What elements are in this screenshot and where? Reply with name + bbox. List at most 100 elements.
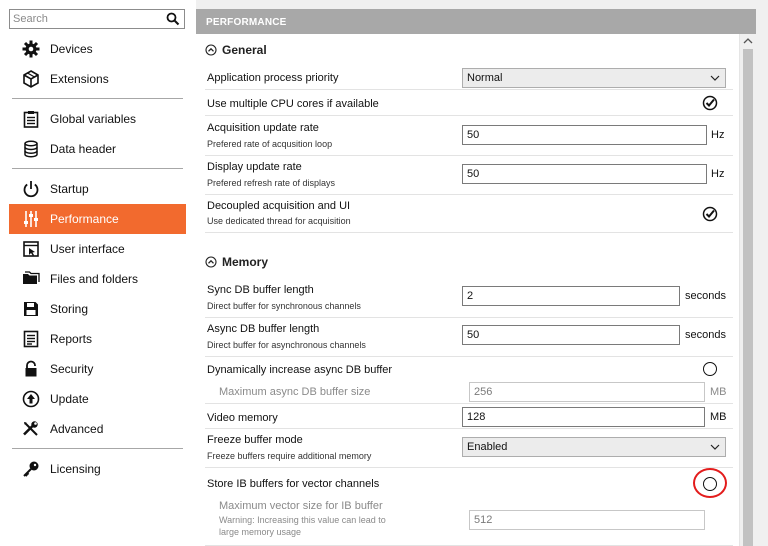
sidebar: Devices Extensions Global variables Data… (0, 0, 196, 546)
collapse-chevron-icon[interactable] (205, 44, 217, 56)
setting-row-dyn-increase: Dynamically increase async DB buffer (205, 357, 733, 382)
nav-item-startup[interactable]: Startup (9, 174, 186, 204)
setting-label: Maximum vector size for IB buffer (219, 500, 383, 512)
select-value: Enabled (467, 441, 508, 453)
nav-item-performance[interactable]: Performance (9, 204, 186, 234)
setting-row-sync-buffer: Sync DB buffer length Direct buffer for … (205, 279, 733, 318)
settings-panel: PERFORMANCE General Application process … (196, 9, 756, 546)
setting-label: Display update rate (207, 161, 302, 173)
setting-label: Async DB buffer length (207, 323, 320, 335)
sliders-icon (21, 209, 41, 229)
nav-item-devices[interactable]: Devices (9, 34, 186, 64)
nav-label: Global variables (50, 112, 137, 126)
section-general-header[interactable]: General (196, 37, 739, 63)
setting-label: Sync DB buffer length (207, 284, 314, 296)
key-icon (21, 459, 41, 479)
nav-item-files-and-folders[interactable]: Files and folders (9, 264, 186, 294)
section-memory-header[interactable]: Memory (196, 249, 739, 275)
setting-description: Prefered refresh rate of displays (207, 178, 336, 188)
power-icon (21, 179, 41, 199)
freeze-mode-select[interactable]: Enabled (462, 437, 726, 457)
setting-row-max-vector: Maximum vector size for IB buffer Warnin… (205, 496, 733, 546)
setting-description: Use dedicated thread for acquisition (207, 216, 351, 226)
setting-label: Acquisition update rate (207, 122, 319, 134)
vertical-scrollbar[interactable] (739, 34, 756, 546)
setting-row-async-buffer: Async DB buffer length Direct buffer for… (205, 318, 733, 357)
nav-label: Security (50, 362, 94, 376)
database-icon (21, 139, 41, 159)
search-input[interactable] (10, 10, 160, 28)
nav-label: Devices (50, 42, 93, 56)
setting-label: Decoupled acquisition and UI (207, 200, 351, 212)
settings-nav: Devices Extensions Global variables Data… (9, 34, 186, 484)
update-icon (21, 389, 41, 409)
collapse-chevron-icon[interactable] (205, 256, 217, 268)
video-memory-input[interactable] (462, 407, 705, 427)
nav-item-user-interface[interactable]: User interface (9, 234, 186, 264)
panel-title: PERFORMANCE (196, 9, 756, 34)
max-vector-input[interactable] (469, 510, 705, 530)
nav-item-licensing[interactable]: Licensing (9, 454, 186, 484)
unit-label: Hz (711, 168, 725, 180)
nav-label: Licensing (50, 462, 101, 476)
nav-item-extensions[interactable]: Extensions (9, 64, 186, 94)
search-box[interactable] (9, 9, 185, 29)
sync-buffer-input[interactable] (462, 286, 680, 306)
decoupled-checkbox[interactable] (702, 206, 718, 222)
setting-label: Freeze buffer mode (207, 434, 303, 446)
max-async-input[interactable] (469, 382, 705, 402)
search-icon[interactable] (166, 12, 180, 26)
select-value: Normal (467, 72, 503, 84)
nav-item-global-variables[interactable]: Global variables (9, 104, 186, 134)
nav-label: Performance (50, 212, 119, 226)
setting-row-multicore: Use multiple CPU cores if available (205, 91, 733, 116)
nav-divider (12, 168, 183, 169)
cube-icon (21, 69, 41, 89)
setting-label: Dynamically increase async DB buffer (207, 364, 393, 376)
nav-label: Files and folders (50, 272, 139, 286)
chevron-down-icon (710, 75, 720, 81)
priority-select[interactable]: Normal (462, 68, 726, 88)
section-title: General (222, 43, 267, 57)
nav-divider (12, 98, 183, 99)
nav-label: User interface (50, 242, 125, 256)
highlight-annotation (693, 468, 727, 498)
nav-item-reports[interactable]: Reports (9, 324, 186, 354)
nav-label: Data header (50, 142, 117, 156)
setting-row-max-async: Maximum async DB buffer size MB (205, 382, 733, 404)
settings-content: General Application process priority Nor… (196, 34, 739, 546)
nav-label: Advanced (50, 422, 104, 436)
nav-item-security[interactable]: Security (9, 354, 186, 384)
disp-rate-input[interactable] (462, 164, 707, 184)
unit-label: MB (710, 411, 727, 423)
scroll-up-arrow-icon[interactable] (743, 36, 753, 46)
chevron-down-icon (710, 444, 720, 450)
setting-row-disp-rate: Display update rate Prefered refresh rat… (205, 156, 733, 195)
setting-label: Application process priority (207, 72, 339, 84)
setting-row-freeze-mode: Freeze buffer mode Freeze buffers requir… (205, 429, 733, 468)
unit-label: MB (710, 386, 727, 398)
nav-item-advanced[interactable]: Advanced (9, 414, 186, 444)
clipboard-icon (21, 109, 41, 129)
floppy-icon (21, 299, 41, 319)
user-interface-icon (21, 239, 41, 259)
lock-icon (21, 359, 41, 379)
nav-item-data-header[interactable]: Data header (9, 134, 186, 164)
setting-row-priority: Application process priority Normal (205, 65, 733, 90)
setting-label: Use multiple CPU cores if available (207, 98, 379, 110)
dyn-increase-toggle[interactable] (703, 362, 717, 376)
nav-item-storing[interactable]: Storing (9, 294, 186, 324)
nav-label: Extensions (50, 72, 109, 86)
gear-icon (21, 39, 41, 59)
nav-divider (12, 448, 183, 449)
async-buffer-input[interactable] (462, 325, 680, 345)
nav-item-update[interactable]: Update (9, 384, 186, 414)
acq-rate-input[interactable] (462, 125, 707, 145)
setting-row-store-ib: Store IB buffers for vector channels (205, 468, 733, 498)
nav-label: Storing (50, 302, 89, 316)
tools-icon (21, 419, 41, 439)
scrollbar-thumb[interactable] (743, 49, 753, 546)
multicore-checkbox[interactable] (702, 95, 718, 111)
report-icon (21, 329, 41, 349)
unit-label: seconds (685, 290, 726, 302)
